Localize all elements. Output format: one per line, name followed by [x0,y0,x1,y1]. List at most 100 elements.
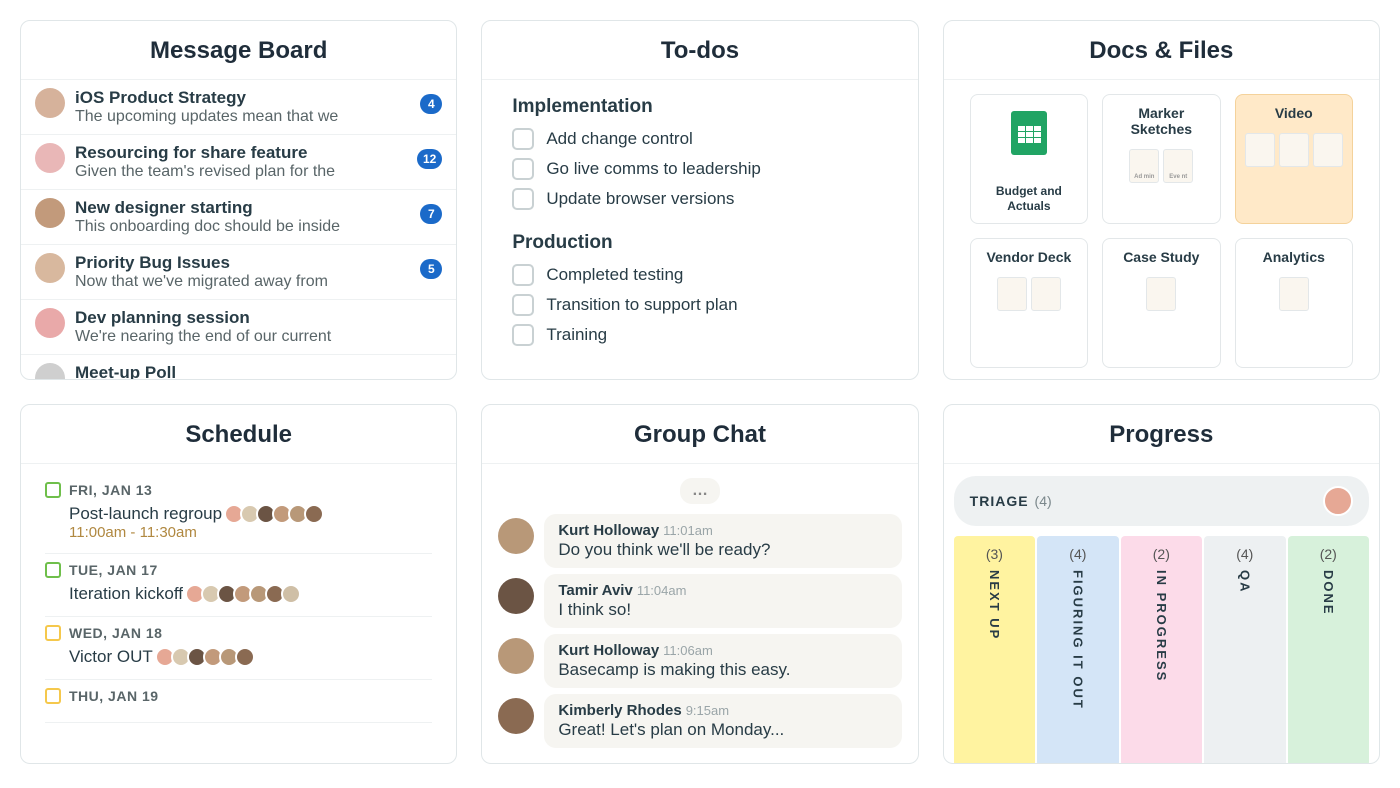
doc-tile[interactable]: Analytics [1235,238,1353,368]
todo-label: Training [546,325,607,345]
message-item[interactable]: Meet-up Poll [21,355,456,379]
chat-author: Kurt Holloway [558,522,659,539]
progress-column[interactable]: (2)DONE [1288,536,1369,763]
chat-message[interactable]: Kimberly Rhodes9:15amGreat! Let's plan o… [498,694,901,748]
message-item[interactable]: iOS Product StrategyThe upcoming updates… [21,80,456,135]
thumbnail [1245,133,1275,167]
todos-card[interactable]: To-dos ImplementationAdd change controlG… [481,20,918,380]
progress-column-name: NEXT UP [987,570,1002,640]
chat-text: Basecamp is making this easy. [558,660,887,680]
doc-label: Marker Sketches [1109,105,1213,137]
avatar [498,698,534,734]
triage-bar[interactable]: TRIAGE (4) [954,476,1369,526]
doc-tile[interactable]: Budget and Actuals [970,94,1088,224]
sheets-icon [1011,111,1047,155]
chat-text: Do you think we'll be ready? [558,540,887,560]
checkbox[interactable] [512,324,534,346]
message-item[interactable]: Resourcing for share featureGiven the te… [21,135,456,190]
thumbnail [1146,277,1176,311]
message-title: Dev planning session [75,308,442,328]
message-title: Resourcing for share feature [75,143,407,163]
schedule-event[interactable]: THU, JAN 19 [45,680,432,723]
doc-tile[interactable]: Vendor Deck [970,238,1088,368]
triage-count: (4) [1035,493,1052,509]
todo-item[interactable]: Update browser versions [512,184,887,214]
doc-tile[interactable]: Video [1235,94,1353,224]
checkbox[interactable] [512,158,534,180]
thumbnail [1279,133,1309,167]
thumbnail [1279,277,1309,311]
todo-section-heading[interactable]: Production [512,232,887,254]
chat-message[interactable]: Tamir Aviv11:04amI think so! [498,574,901,628]
message-item[interactable]: Dev planning sessionWe're nearing the en… [21,300,456,355]
todo-item[interactable]: Go live comms to leadership [512,154,887,184]
chat-card[interactable]: Group Chat … Kurt Holloway11:01amDo you … [481,404,918,764]
docs-card[interactable]: Docs & Files Budget and ActualsMarker Sk… [943,20,1380,380]
chat-author: Kimberly Rhodes [558,702,681,719]
progress-column[interactable]: (3)NEXT UP [954,536,1035,763]
message-preview: Now that we've migrated away from [75,273,410,291]
progress-column[interactable]: (4) FIGURING IT OUT [1037,536,1118,763]
chat-message[interactable]: Kurt Holloway 11:01am Do you think we'll b… [498,514,901,568]
todo-item[interactable]: Transition to support plan [512,290,887,320]
thumbnail [997,277,1027,311]
schedule-date: FRI, JAN 13 [69,482,152,498]
comment-count-badge: 4 [420,94,442,114]
checkbox[interactable] [512,294,534,316]
comment-count-badge: 7 [420,204,442,224]
avatar [1323,486,1353,516]
schedule-event-title: Victor OUT [69,647,153,667]
todo-section-heading[interactable]: Implementation [512,96,887,118]
dashboard-grid: Message Board iOS Product StrategyThe up… [20,20,1380,764]
chat-time: 9:15am [686,703,729,718]
progress-count: (4) [1069,546,1086,562]
message-board-title: Message Board [21,21,456,80]
todo-item[interactable]: Add change control [512,124,887,154]
schedule-event[interactable]: TUE, JAN 17 Iteration kickoff [45,554,432,617]
todo-label: Transition to support plan [546,295,737,315]
todo-label: Go live comms to leadership [546,159,760,179]
schedule-list: FRI, JAN 13Post-launch regroup11:00am - … [21,464,456,733]
progress-column-name: FIGURING IT OUT [1070,570,1085,710]
docs-grid: Budget and ActualsMarker SketchesAd minE… [944,80,1379,379]
avatar [35,363,65,379]
progress-column[interactable]: (4)QA [1204,536,1285,763]
message-item[interactable]: New designer startingThis onboarding doc… [21,190,456,245]
comment-count-badge: 5 [420,259,442,279]
chat-author: Kurt Holloway [558,642,659,659]
message-title: New designer starting [75,198,410,218]
chat-time: 11:04am [637,583,687,598]
todos-body: Implementation Add change control Go live … [482,80,917,379]
todo-item[interactable]: Completed testing [512,260,887,290]
schedule-date: TUE, JAN 17 [69,562,158,578]
message-preview: The upcoming updates mean that we [75,108,410,126]
schedule-event-title: Iteration kickoff [69,584,183,604]
progress-column[interactable]: (2)IN PROGRESS [1121,536,1202,763]
schedule-event[interactable]: FRI, JAN 13Post-launch regroup11:00am - … [45,474,432,554]
triage-label: TRIAGE [970,493,1029,509]
progress-column-name: QA [1237,570,1252,594]
chat-message[interactable]: Kurt Holloway 11:06am Basecamp is making t… [498,634,901,688]
avatar [235,647,255,667]
calendar-icon [45,688,61,704]
thumbnail [1313,133,1343,167]
schedule-card[interactable]: Schedule FRI, JAN 13Post-launch regroup1… [20,404,457,764]
schedule-event[interactable]: WED, JAN 18Victor OUT [45,617,432,680]
thumbnail [1031,277,1061,311]
thumbnail: Eve nt [1163,149,1193,183]
chat-time: 11:01am [663,523,713,538]
message-board-card[interactable]: Message Board iOS Product StrategyThe up… [20,20,457,380]
doc-tile[interactable]: Case Study [1102,238,1220,368]
docs-title: Docs & Files [944,21,1379,80]
todo-item[interactable]: Training [512,320,887,350]
checkbox[interactable] [512,264,534,286]
chat-author: Tamir Aviv [558,582,632,599]
progress-card[interactable]: Progress TRIAGE (4) (3)NEXT UP(4)FIGURIN… [943,404,1380,764]
checkbox[interactable] [512,188,534,210]
progress-column-name: DONE [1321,570,1336,616]
chat-time: 11:06am [663,643,713,658]
checkbox[interactable] [512,128,534,150]
doc-tile[interactable]: Marker SketchesAd minEve nt [1102,94,1220,224]
message-item[interactable]: Priority Bug IssuesNow that we've migrat… [21,245,456,300]
message-list: iOS Product StrategyThe upcoming updates… [21,80,456,379]
